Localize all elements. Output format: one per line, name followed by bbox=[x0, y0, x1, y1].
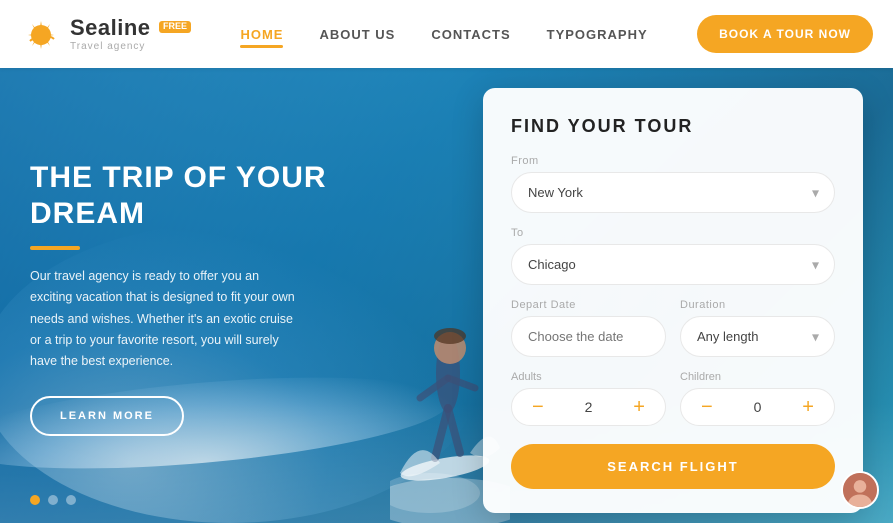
adults-decrement-button[interactable]: − bbox=[528, 397, 548, 417]
depart-date-input[interactable] bbox=[511, 316, 666, 357]
children-value: 0 bbox=[754, 399, 762, 415]
logo: Sealine FREE Travel agency bbox=[20, 13, 191, 55]
duration-label: Duration bbox=[680, 299, 835, 311]
to-select[interactable]: Chicago New York Los Angeles Miami bbox=[511, 244, 835, 285]
duration-select-wrapper: Any length 1 week 2 weeks 3 weeks 1 mont… bbox=[680, 316, 835, 357]
duration-group: Duration Any length 1 week 2 weeks 3 wee… bbox=[680, 299, 835, 357]
adults-label: Adults bbox=[511, 371, 666, 383]
to-group: To Chicago New York Los Angeles Miami bbox=[511, 227, 835, 285]
duration-select[interactable]: Any length 1 week 2 weeks 3 weeks 1 mont… bbox=[680, 316, 835, 357]
from-select-wrapper: New York Los Angeles Miami Chicago bbox=[511, 172, 835, 213]
tour-panel: FIND YOUR TOUR From New York Los Angeles… bbox=[483, 88, 863, 513]
nav-about[interactable]: ABOUT US bbox=[319, 27, 395, 42]
avatar-image bbox=[843, 471, 877, 509]
logo-subtitle: Travel agency bbox=[70, 41, 191, 52]
avatar[interactable] bbox=[841, 471, 879, 509]
hero-divider bbox=[30, 246, 80, 250]
main-nav: HOME ABOUT US CONTACTS TYPOGRAPHY bbox=[240, 27, 647, 42]
children-counter: − 0 + bbox=[680, 388, 835, 426]
book-tour-button[interactable]: BOOK A TOUR NOW bbox=[697, 15, 873, 53]
learn-more-button[interactable]: LEARN MORE bbox=[30, 396, 184, 436]
dot-2[interactable] bbox=[48, 495, 58, 505]
children-box: Children − 0 + bbox=[680, 371, 835, 426]
dot-1[interactable] bbox=[30, 495, 40, 505]
children-increment-button[interactable]: + bbox=[798, 397, 818, 417]
nav-contacts[interactable]: CONTACTS bbox=[431, 27, 510, 42]
from-select[interactable]: New York Los Angeles Miami Chicago bbox=[511, 172, 835, 213]
nav-home[interactable]: HOME bbox=[240, 27, 283, 42]
dot-3[interactable] bbox=[66, 495, 76, 505]
children-decrement-button[interactable]: − bbox=[697, 397, 717, 417]
hero-title: THE TRIP OF YOUR DREAM bbox=[30, 160, 370, 232]
search-flight-button[interactable]: SEARCH FLIGHT bbox=[511, 444, 835, 489]
to-label: To bbox=[511, 227, 835, 239]
adults-increment-button[interactable]: + bbox=[629, 397, 649, 417]
from-label: From bbox=[511, 155, 835, 167]
tour-panel-title: FIND YOUR TOUR bbox=[511, 116, 835, 137]
depart-group: Depart Date bbox=[511, 299, 666, 357]
logo-icon bbox=[20, 13, 62, 55]
header: Sealine FREE Travel agency HOME ABOUT US… bbox=[0, 0, 893, 68]
hero-description: Our travel agency is ready to offer you … bbox=[30, 266, 300, 372]
depart-label: Depart Date bbox=[511, 299, 666, 311]
adults-box: Adults − 2 + bbox=[511, 371, 666, 426]
logo-text-group: Sealine FREE Travel agency bbox=[70, 16, 191, 51]
date-duration-row: Depart Date Duration Any length 1 week 2… bbox=[511, 299, 835, 371]
from-group: From New York Los Angeles Miami Chicago bbox=[511, 155, 835, 213]
logo-name: Sealine FREE bbox=[70, 16, 191, 40]
adults-value: 2 bbox=[585, 399, 593, 415]
counter-group: Adults − 2 + Children − 0 + bbox=[511, 371, 835, 426]
logo-free-badge: FREE bbox=[159, 21, 191, 33]
nav-typography[interactable]: TYPOGRAPHY bbox=[547, 27, 648, 42]
adults-counter: − 2 + bbox=[511, 388, 666, 426]
hero-dots bbox=[30, 495, 76, 505]
to-select-wrapper: Chicago New York Los Angeles Miami bbox=[511, 244, 835, 285]
hero-content: THE TRIP OF YOUR DREAM Our travel agency… bbox=[30, 160, 370, 436]
children-label: Children bbox=[680, 371, 835, 383]
